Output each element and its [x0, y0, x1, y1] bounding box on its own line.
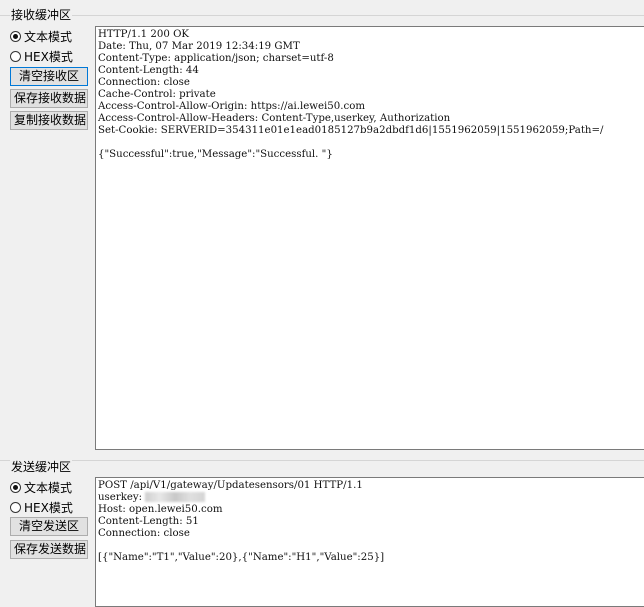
receive-group-border — [0, 15, 644, 16]
receive-line: Set-Cookie: SERVERID=354311e01e1ead01851… — [98, 125, 604, 136]
send-textbox[interactable]: POST /api/V1/gateway/Updatesensors/01 HT… — [95, 477, 644, 607]
receive-line: HTTP/1.1 200 OK — [98, 29, 190, 40]
save-receive-button[interactable]: 保存接收数据 — [10, 89, 88, 108]
receive-line: Content-Length: 44 — [98, 65, 199, 76]
receive-line: {"Successful":true,"Message":"Successful… — [98, 149, 333, 160]
receive-hex-mode-radio[interactable]: HEX模式 — [10, 48, 73, 64]
save-send-button[interactable]: 保存发送数据 — [10, 540, 88, 559]
receive-line: Date: Thu, 07 Mar 2019 12:34:19 GMT — [98, 41, 300, 52]
clear-receive-button[interactable]: 清空接收区 — [10, 67, 88, 86]
receive-line: Connection: close — [98, 77, 190, 88]
receive-line: Access-Control-Allow-Headers: Content-Ty… — [98, 113, 451, 124]
send-group-border — [0, 460, 644, 461]
receive-text-mode-radio[interactable]: 文本模式 — [10, 28, 72, 44]
receive-hex-mode-label: HEX模式 — [24, 49, 73, 64]
copy-receive-button[interactable]: 复制接收数据 — [10, 111, 88, 130]
send-hex-mode-label: HEX模式 — [24, 500, 73, 515]
redacted-userkey — [145, 492, 206, 502]
receive-text-content: HTTP/1.1 200 OK Date: Thu, 07 Mar 2019 12… — [96, 27, 644, 163]
receive-group-title: 接收缓冲区 — [10, 8, 73, 22]
send-hex-mode-radio[interactable]: HEX模式 — [10, 499, 73, 515]
send-line-userkey-label: userkey: — [98, 492, 146, 503]
send-hex-mode-radio-dot — [10, 501, 21, 513]
receive-line: Cache-Control: private — [98, 89, 216, 100]
receive-text-mode-label: 文本模式 — [24, 29, 73, 44]
send-text-mode-label: 文本模式 — [24, 480, 73, 495]
send-text-content: POST /api/V1/gateway/Updatesensors/01 HT… — [96, 478, 644, 566]
send-line-content-length: Content-Length: 51 — [98, 516, 199, 527]
receive-textbox[interactable]: HTTP/1.1 200 OK Date: Thu, 07 Mar 2019 12… — [95, 26, 644, 450]
send-line-connection: Connection: close — [98, 528, 190, 539]
send-line-host: Host: open.lewei50.com — [98, 504, 223, 515]
send-line-request: POST /api/V1/gateway/Updatesensors/01 HT… — [98, 480, 363, 491]
receive-line — [98, 137, 643, 149]
receive-line: Access-Control-Allow-Origin: https://ai.… — [98, 101, 366, 112]
receive-line: Content-Type: application/json; charset=… — [98, 53, 334, 64]
clear-send-button[interactable]: 清空发送区 — [10, 517, 88, 536]
send-line-body: [{"Name":"T1","Value":20},{"Name":"H1","… — [98, 552, 385, 563]
send-group-title: 发送缓冲区 — [10, 460, 73, 474]
receive-hex-mode-radio-dot — [10, 50, 21, 62]
send-text-mode-radio[interactable]: 文本模式 — [10, 479, 72, 495]
send-text-mode-radio-dot — [10, 481, 21, 493]
receive-text-mode-radio-dot — [10, 30, 21, 42]
